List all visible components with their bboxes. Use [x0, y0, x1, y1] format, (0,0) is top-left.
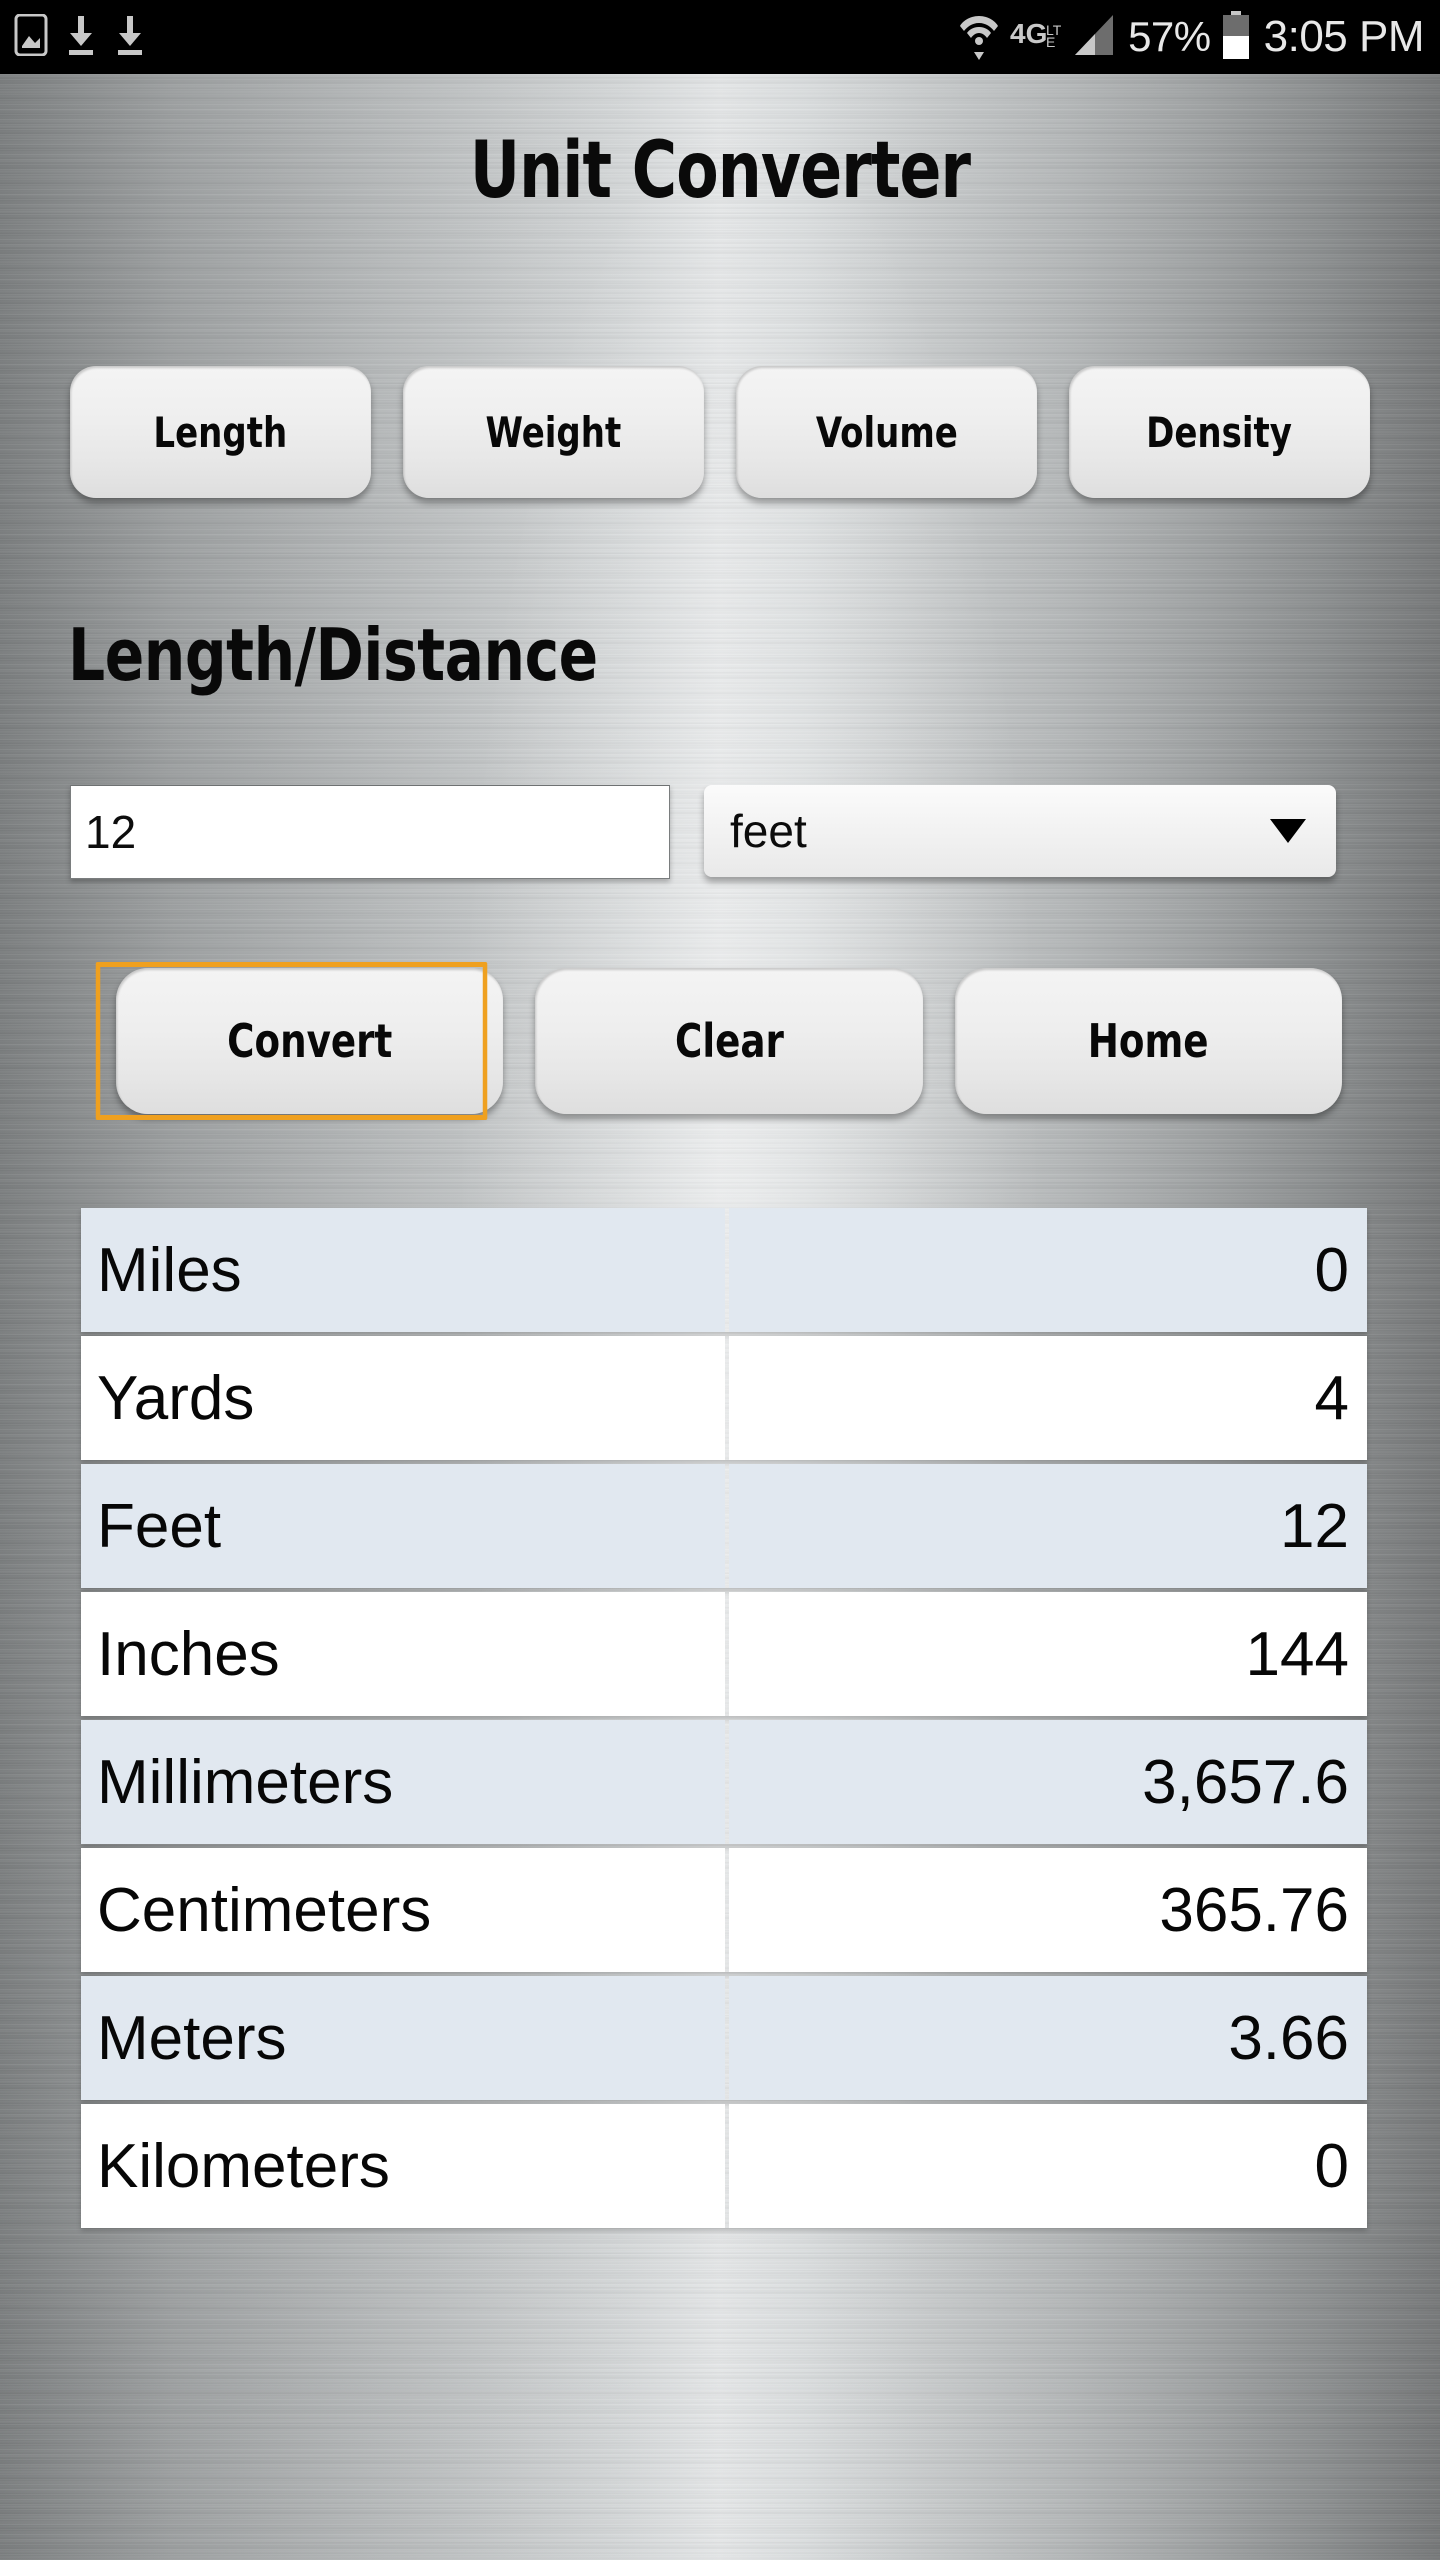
home-button-label: Home	[1087, 1014, 1209, 1068]
value-input[interactable]	[70, 785, 670, 879]
result-value: 144	[729, 1592, 1367, 1716]
result-value: 3,657.6	[729, 1720, 1367, 1844]
result-value: 0	[729, 2104, 1367, 2228]
unit-select[interactable]: feet	[704, 785, 1336, 877]
tab-length-label: Length	[153, 407, 288, 457]
svg-text:4G: 4G	[1010, 18, 1047, 49]
tab-density[interactable]: Density	[1069, 366, 1370, 498]
table-row: Kilometers 0	[81, 2104, 1367, 2228]
svg-text:E: E	[1046, 34, 1055, 50]
result-value: 4	[729, 1336, 1367, 1460]
result-value: 12	[729, 1464, 1367, 1588]
tab-volume-label: Volume	[815, 407, 958, 457]
chevron-down-icon	[1270, 819, 1306, 843]
table-row: Feet 12	[81, 1464, 1367, 1588]
result-unit-label: Inches	[81, 1592, 725, 1716]
result-unit-label: Centimeters	[81, 1848, 725, 1972]
clear-button[interactable]: Clear	[535, 968, 923, 1114]
result-unit-label: Yards	[81, 1336, 725, 1460]
lte-icon: 4G LT E	[1010, 15, 1062, 60]
wifi-icon	[959, 10, 999, 65]
table-row: Miles 0	[81, 1208, 1367, 1332]
result-unit-label: Miles	[81, 1208, 725, 1332]
result-unit-label: Meters	[81, 1976, 725, 2100]
results-table: Miles 0 Yards 4 Feet 12 Inches 144 Milli…	[81, 1208, 1367, 2232]
action-buttons: Convert Clear Home	[95, 962, 1342, 1120]
tab-weight[interactable]: Weight	[403, 366, 704, 498]
result-value: 3.66	[729, 1976, 1367, 2100]
conversion-input-row: feet	[70, 785, 1370, 885]
table-row: Yards 4	[81, 1336, 1367, 1460]
clock-label: 3:05 PM	[1263, 12, 1425, 61]
convert-button-label: Convert	[227, 1014, 393, 1068]
result-unit-label: Feet	[81, 1464, 725, 1588]
signal-bars-icon	[1073, 13, 1117, 62]
category-tabs: Length Weight Volume Density	[70, 366, 1370, 506]
table-row: Meters 3.66	[81, 1976, 1367, 2100]
download-icon	[65, 14, 97, 61]
convert-button[interactable]: Convert	[95, 962, 504, 1120]
result-unit-label: Millimeters	[81, 1720, 725, 1844]
screenshot-icon	[14, 13, 48, 61]
clear-button-label: Clear	[674, 1014, 784, 1068]
tab-density-label: Density	[1146, 407, 1293, 457]
battery-percent-label: 57%	[1128, 13, 1211, 60]
download-icon	[114, 14, 146, 61]
tab-length[interactable]: Length	[70, 366, 371, 498]
status-bar-left-icons	[0, 13, 146, 61]
unit-select-wrapper: feet	[704, 785, 1336, 877]
unit-select-value: feet	[730, 805, 807, 857]
tab-volume[interactable]: Volume	[736, 366, 1037, 498]
result-value: 0	[729, 1208, 1367, 1332]
table-row: Millimeters 3,657.6	[81, 1720, 1367, 1844]
home-button[interactable]: Home	[954, 968, 1342, 1114]
tab-weight-label: Weight	[485, 407, 622, 457]
battery-icon	[1222, 10, 1250, 64]
unit-converter-app: 4G LT E 57% 3:05 PM Unit Converter Lengt…	[0, 0, 1440, 2560]
table-row: Inches 144	[81, 1592, 1367, 1716]
result-value: 365.76	[729, 1848, 1367, 1972]
result-unit-label: Kilometers	[81, 2104, 725, 2228]
section-heading: Length/Distance	[68, 613, 598, 697]
status-bar: 4G LT E 57% 3:05 PM	[0, 0, 1440, 74]
table-row: Centimeters 365.76	[81, 1848, 1367, 1972]
status-bar-right-icons: 4G LT E 57% 3:05 PM	[959, 10, 1440, 65]
page-title: Unit Converter	[469, 126, 971, 216]
